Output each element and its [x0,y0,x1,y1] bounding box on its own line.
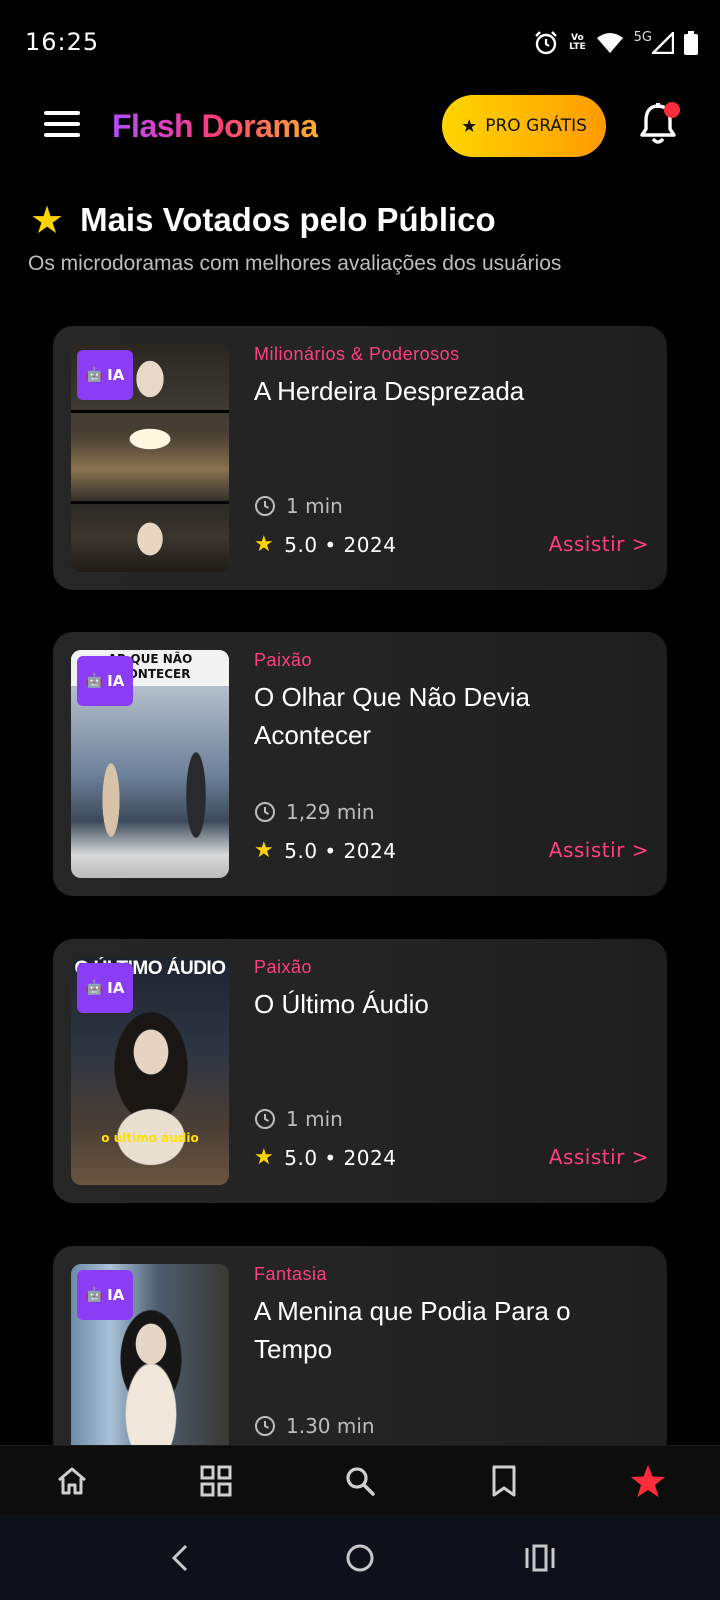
system-home-button[interactable] [330,1528,390,1588]
drama-duration: 1.30 min [254,1414,375,1438]
recents-icon [525,1544,555,1571]
pro-free-button[interactable]: ★ PRO GRÁTIS [442,95,606,157]
app-header: Flash Dorama ★ PRO GRÁTIS [0,88,720,188]
clock-icon [255,1109,275,1129]
star-icon [631,1465,665,1497]
home-circle-icon [346,1544,374,1571]
back-icon [171,1544,188,1571]
watch-button[interactable]: Assistir > [549,1145,649,1169]
bottom-navigation [0,1445,720,1516]
thumbnail-subtitle: o último áudio [101,1131,199,1145]
drama-title[interactable]: O Último Áudio [254,985,644,1023]
drama-card[interactable]: 🤖 IA Milionários & Poderosos A Herdeira … [53,326,667,590]
clock-icon [255,496,275,516]
pro-label: PRO GRÁTIS [485,116,587,136]
drama-title[interactable]: A Herdeira Desprezada [254,372,644,410]
drama-duration: 1 min [254,494,343,518]
section-subtitle: Os microdoramas com melhores avaliações … [28,252,562,275]
nav-search[interactable] [330,1451,390,1511]
home-icon [58,1467,86,1495]
robot-icon: 🤖 [85,1287,104,1303]
nav-saved[interactable] [474,1451,534,1511]
nav-categories[interactable] [186,1451,246,1511]
robot-icon: 🤖 [85,980,104,996]
wifi-icon [596,33,623,53]
star-icon: ★ [30,198,65,242]
drama-duration: 1 min [254,1107,343,1131]
volte-icon: Vo LTE [569,33,586,52]
drama-thumbnail[interactable]: AR QUE NÃO ACONTECER 🤖 IA [71,650,229,878]
network-type-label: 5G [633,29,652,45]
menu-icon[interactable] [44,111,80,141]
system-navigation-bar [0,1515,720,1600]
section-title: Mais Votados pelo Público [80,201,496,238]
drama-duration: 1,29 min [254,800,375,824]
nav-home[interactable] [42,1451,102,1511]
star-icon: ★ [254,532,275,557]
clock-icon [255,802,275,822]
ai-badge: 🤖 IA [77,1270,133,1320]
drama-category: Paixão [254,650,313,670]
search-icon [346,1467,375,1496]
ai-badge: 🤖 IA [77,963,133,1013]
signal-icon [652,32,674,54]
drama-thumbnail[interactable]: 🤖 IA [71,344,229,572]
drama-category: Milionários & Poderosos [254,344,460,364]
ai-badge: 🤖 IA [77,350,133,400]
star-icon: ★ [254,1145,275,1170]
drama-title[interactable]: A Menina que Podia Para o Tempo [254,1292,644,1368]
ai-badge: 🤖 IA [77,656,133,706]
drama-rating: ★ 5.0 • 2024 [254,838,397,863]
drama-card[interactable]: O ÚLTIMO ÁUDIO 🤖 IA o último áudio Paixã… [53,939,667,1203]
alarm-icon [535,31,557,55]
robot-icon: 🤖 [85,673,104,689]
drama-title[interactable]: O Olhar Que Não Devia Acontecer [254,678,644,754]
status-time: 16:25 [25,28,100,56]
grid-icon [200,1465,232,1497]
status-icons: Vo LTE 5G [533,28,698,58]
drama-rating: ★ 5.0 • 2024 [254,1145,397,1170]
drama-thumbnail[interactable]: O ÚLTIMO ÁUDIO 🤖 IA o último áudio [71,957,229,1185]
star-icon: ★ [254,838,275,863]
app-logo: Flash Dorama [112,108,318,144]
system-back-button[interactable] [150,1528,210,1588]
section-header: ★ Mais Votados pelo Público [30,200,496,240]
battery-icon [684,31,698,55]
status-bar: 16:25 Vo LTE 5G [0,0,720,88]
drama-card[interactable]: AR QUE NÃO ACONTECER 🤖 IA Paixão O Olhar… [53,632,667,896]
notification-badge [664,102,680,118]
watch-button[interactable]: Assistir > [549,838,649,862]
watch-button[interactable]: Assistir > [549,532,649,556]
star-icon: ★ [461,115,478,137]
robot-icon: 🤖 [85,367,104,383]
nav-top-rated[interactable] [618,1451,678,1511]
drama-category: Paixão [254,957,313,977]
drama-category: Fantasia [254,1264,328,1284]
system-recents-button[interactable] [510,1528,570,1588]
drama-rating: ★ 5.0 • 2024 [254,532,397,557]
bookmark-icon [492,1465,516,1497]
clock-icon [255,1416,275,1436]
